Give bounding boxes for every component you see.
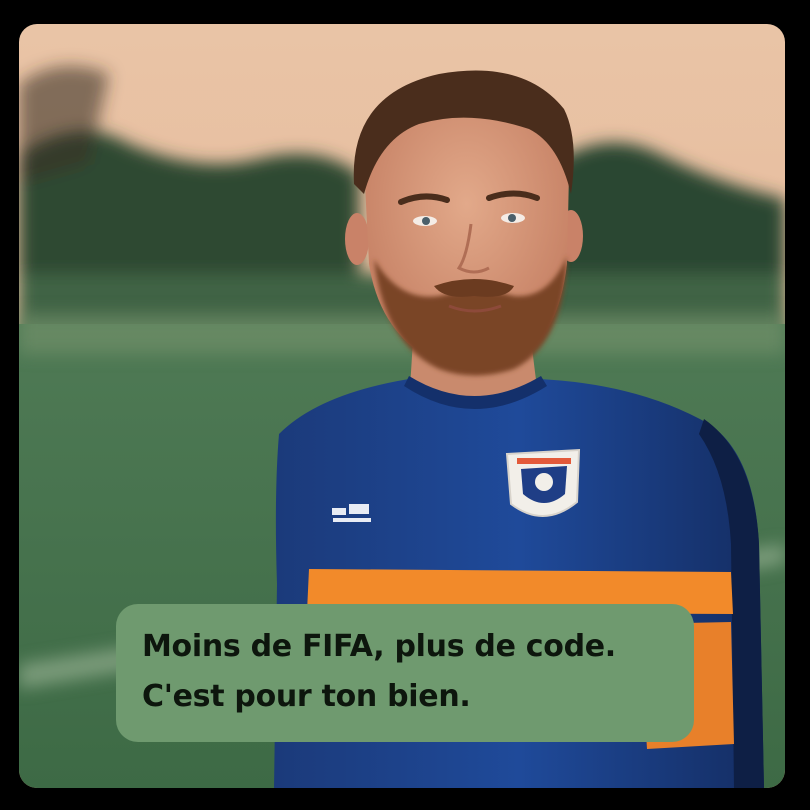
image-frame: Moins de FIFA, plus de code. C'est pour … [0,0,810,810]
caption-box: Moins de FIFA, plus de code. C'est pour … [116,604,694,742]
caption-line-1: Moins de FIFA, plus de code. [142,629,616,664]
caption-line-2: C'est pour ton bien. [142,679,471,714]
jersey-crest [505,448,581,517]
